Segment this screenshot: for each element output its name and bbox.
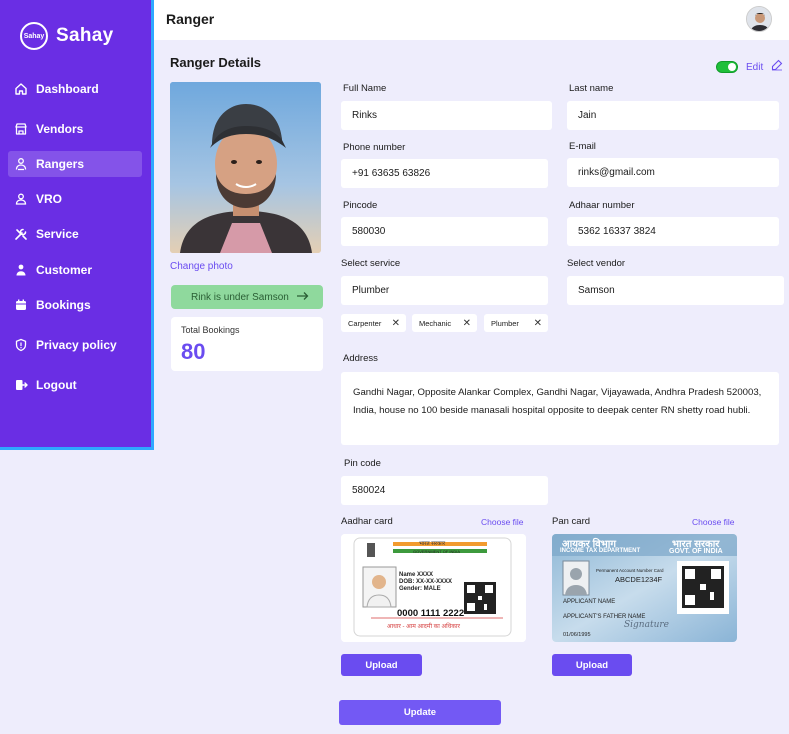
sidebar-item-label: Customer [36, 263, 93, 277]
store-icon [14, 122, 28, 136]
adhaar-number-field[interactable]: 5362 16337 3824 [567, 217, 779, 246]
select-vendor-label: Select vendor [567, 258, 626, 269]
profile-photo [170, 82, 321, 253]
chip-label: Plumber [491, 318, 519, 328]
user-icon [14, 192, 28, 206]
sidebar-item-label: VRO [36, 192, 63, 206]
arrow-right-icon [297, 291, 309, 304]
full-name-label: Full Name [343, 83, 387, 94]
section-title: Ranger Details [170, 55, 262, 70]
sidebar-item-label: Privacy policy [36, 338, 117, 352]
full-name-field[interactable]: Rinks [341, 101, 552, 130]
sidebar-item-customer[interactable]: Customer [8, 257, 142, 283]
sidebar-item-label: Bookings [36, 298, 91, 312]
aadhar-card-label: Aadhar card [341, 516, 393, 527]
pincode-label: Pincode [343, 200, 378, 211]
sidebar-item-vendors[interactable]: Vendors [8, 116, 142, 142]
phone-label: Phone number [343, 142, 406, 153]
edit-control: Edit [716, 58, 783, 76]
shield-icon [14, 338, 28, 352]
pan-gov-english: GOVT. OF INDIA [669, 548, 723, 555]
chip-label: Mechanic [419, 318, 452, 328]
pan-applicant-name: APPLICANT NAME [563, 599, 616, 605]
total-bookings-value: 80 [181, 339, 206, 364]
select-service-label: Select service [341, 258, 401, 269]
tools-icon [14, 227, 28, 241]
rangers-icon [14, 157, 28, 171]
select-vendor-dropdown[interactable]: Samson [567, 276, 784, 305]
change-photo-link[interactable]: Change photo [170, 261, 233, 272]
pan-choose-file-link[interactable]: Choose file [692, 517, 735, 527]
email-label: E-mail [569, 141, 596, 152]
aadhar-gender: Gender: MALE [399, 586, 441, 592]
brand[interactable]: Sahay Sahay [20, 22, 113, 50]
brand-logo: Sahay [20, 22, 48, 50]
chip-label: Carpenter [348, 318, 382, 328]
pan-card-label: Pan card [552, 516, 591, 527]
aadhar-gov-english: GOVERNMENT OF INDIA [413, 549, 461, 554]
aadhar-card-preview: भारत सरकार GOVERNMENT OF INDIA Name XXXX… [341, 534, 526, 642]
vendor-status-badge: Rink is under Samson [171, 285, 323, 309]
aadhar-gov-hindi: भारत सरकार [419, 541, 446, 547]
page-title: Ranger [166, 11, 215, 27]
pan-card-title: Permanent Account Number Card [596, 568, 664, 573]
pan-dept-english: INCOME TAX DEPARTMENT [560, 548, 641, 554]
service-chip: Carpenter ✕ [341, 314, 406, 332]
sidebar-item-label: Service [36, 227, 79, 241]
pin-code-label: Pin code [344, 458, 381, 469]
sidebar-item-bookings[interactable]: Bookings [8, 292, 142, 318]
sidebar-item-dashboard[interactable]: Dashboard [8, 76, 142, 102]
pan-signature: Signature [624, 620, 670, 630]
service-chip: Mechanic ✕ [412, 314, 477, 332]
sidebar-item-privacy-policy[interactable]: Privacy policy [8, 332, 142, 358]
sidebar-item-service[interactable]: Service [8, 221, 142, 247]
edit-label[interactable]: Edit [746, 62, 763, 73]
sidebar-item-vro[interactable]: VRO [8, 186, 142, 212]
logout-icon [14, 378, 28, 392]
home-icon [14, 82, 28, 96]
header-bar: Ranger [154, 0, 789, 40]
address-label: Address [343, 353, 378, 364]
email-field[interactable]: rinks@gmail.com [567, 158, 779, 187]
sidebar: Sahay Sahay Dashboard Vendors Rangers VR… [0, 0, 154, 450]
phone-field[interactable]: +91 63635 63826 [341, 159, 548, 188]
select-service-dropdown[interactable]: Plumber [341, 276, 548, 305]
last-name-label: Last name [569, 83, 614, 94]
calendar-icon [14, 298, 28, 312]
pan-card-preview: आयकर विभाग भारत सरकार INCOME TAX DEPARTM… [552, 534, 737, 642]
service-chip: Plumber ✕ [484, 314, 548, 332]
aadhar-upload-button[interactable]: Upload [341, 654, 422, 676]
vendor-status-text: Rink is under Samson [191, 291, 289, 303]
pin-code-field[interactable]: 580024 [341, 476, 548, 505]
address-field[interactable]: Gandhi Nagar, Opposite Alankar Complex, … [341, 372, 779, 445]
total-bookings-label: Total Bookings [181, 325, 240, 335]
pan-upload-button[interactable]: Upload [552, 654, 632, 676]
total-bookings-card: Total Bookings 80 [171, 317, 323, 371]
avatar[interactable] [746, 6, 772, 32]
sidebar-item-label: Logout [36, 378, 77, 392]
aadhar-footer: आधार - आम आदमी का अधिकार [387, 624, 460, 630]
edit-icon[interactable] [771, 58, 783, 76]
edit-toggle[interactable] [716, 61, 738, 73]
aadhar-name: Name XXXX [399, 572, 434, 578]
close-icon[interactable]: ✕ [534, 318, 542, 329]
sidebar-item-label: Rangers [36, 157, 85, 171]
pan-number: ABCDE1234F [615, 575, 663, 584]
aadhar-dob: DOB: XX-XX-XXXX [399, 579, 453, 585]
last-name-field[interactable]: Jain [567, 101, 779, 130]
brand-name: Sahay [56, 25, 114, 46]
update-button[interactable]: Update [339, 700, 501, 725]
aadhar-number: 0000 1111 2222 [397, 608, 465, 619]
sidebar-item-logout[interactable]: Logout [8, 372, 142, 398]
pincode-field[interactable]: 580030 [341, 217, 548, 246]
sidebar-item-rangers[interactable]: Rangers [8, 151, 142, 177]
aadhar-choose-file-link[interactable]: Choose file [481, 517, 524, 527]
pan-dob: 01/06/1995 [563, 632, 591, 638]
sidebar-item-label: Dashboard [36, 82, 99, 96]
adhaar-number-label: Adhaar number [569, 200, 635, 211]
close-icon[interactable]: ✕ [392, 318, 400, 329]
sidebar-item-label: Vendors [36, 122, 84, 136]
close-icon[interactable]: ✕ [463, 318, 471, 329]
customer-icon [14, 263, 28, 277]
